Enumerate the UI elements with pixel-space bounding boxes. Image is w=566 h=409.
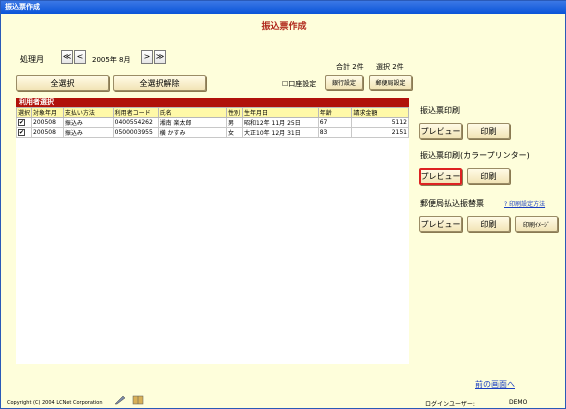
color-preview-button[interactable]: プレビュー <box>419 168 462 185</box>
app-window: 振込票作成 振込票作成 処理月 ≪ < 2005年 8月 > ≫ 合計 2件 選… <box>0 0 566 409</box>
table-row[interactable]: ✔ 200508 振込み 0500003955 横 かすみ 女 大正10年 12… <box>15 127 409 138</box>
account-setting-checkbox[interactable]: ☐口座設定 <box>282 79 316 89</box>
cell-name: 横 かすみ <box>157 127 228 138</box>
cell-age: 83 <box>317 127 353 138</box>
cell-user-code: 0400554262 <box>112 117 159 128</box>
login-user-value: DEMO <box>509 399 528 406</box>
col-sex: 性別 <box>226 107 243 118</box>
col-payment-method: 支払い方法 <box>62 107 114 118</box>
cell-age: 67 <box>317 117 353 128</box>
col-user-code: 利用者コード <box>112 107 159 118</box>
cell-user-code: 0500003955 <box>112 127 159 138</box>
transfer-print-title: 振込票印刷 <box>420 106 460 115</box>
col-select: 選択 <box>15 107 33 118</box>
prev-month-button[interactable]: < <box>74 50 86 64</box>
account-setting-label: 口座設定 <box>288 80 317 88</box>
col-target-month: 対象年月 <box>31 107 64 118</box>
window-titlebar: 振込票作成 <box>1 1 566 14</box>
total-count: 合計 2件 <box>336 63 364 71</box>
cell-name: 湘南 楽太郎 <box>157 117 228 128</box>
col-birthdate: 生年月日 <box>242 107 319 118</box>
selected-count: 選択 2件 <box>376 63 404 71</box>
login-user-label: ログインユーザー: <box>425 401 475 408</box>
col-amount: 請求金額 <box>351 107 409 118</box>
copyright-text: Copyright (C) 2004 LCNet Corporation <box>7 400 103 406</box>
prev-year-button[interactable]: ≪ <box>61 50 73 64</box>
period-value: 2005年 8月 <box>92 56 131 64</box>
table-header-row: 選択 対象年月 支払い方法 利用者コード 氏名 性別 生年月日 年齢 請求金額 <box>15 107 409 118</box>
postal-preview-button[interactable]: プレビュー <box>419 216 462 232</box>
user-selection-table: 利用者選択 選択 対象年月 支払い方法 利用者コード 氏名 性別 生年月日 年齢… <box>15 98 409 364</box>
color-print-title: 振込票印刷(カラープリンター) <box>420 151 530 160</box>
row-checkbox[interactable]: ✔ <box>18 119 25 126</box>
transfer-print-button[interactable]: 印刷 <box>467 123 510 139</box>
back-link[interactable]: 前の画面へ <box>475 379 515 390</box>
next-year-button[interactable]: ≫ <box>154 50 166 64</box>
cell-birthdate: 大正10年 12月 31日 <box>242 127 319 138</box>
row-checkbox[interactable]: ✔ <box>18 129 25 136</box>
cell-payment-method: 振込み <box>62 127 114 138</box>
cell-amount: 2151 <box>351 127 409 138</box>
postal-print-button[interactable]: 印刷 <box>467 216 510 232</box>
postal-transfer-title: 郵便局払込振替票 <box>420 199 484 208</box>
cell-sex: 男 <box>226 117 243 128</box>
table-row[interactable]: ✔ 200508 振込み 0400554262 湘南 楽太郎 男 昭和12年 1… <box>15 117 409 128</box>
post-office-setting-button[interactable]: 郵便局設定 <box>369 75 412 90</box>
page-title: 振込票作成 <box>261 22 307 32</box>
bank-setting-button[interactable]: 銀行設定 <box>325 75 363 90</box>
cell-birthdate: 昭和12年 11月 25日 <box>242 117 319 128</box>
cell-sex: 女 <box>226 127 243 138</box>
cell-payment-method: 振込み <box>62 117 114 128</box>
col-age: 年齢 <box>317 107 353 118</box>
col-name: 氏名 <box>157 107 228 118</box>
pen-icon <box>114 395 126 405</box>
color-print-button[interactable]: 印刷 <box>467 168 510 184</box>
select-all-button[interactable]: 全選択 <box>16 75 109 91</box>
table-title: 利用者選択 <box>16 98 409 107</box>
cell-target-month: 200508 <box>31 117 64 128</box>
cell-target-month: 200508 <box>31 127 64 138</box>
cell-amount: 5112 <box>351 117 409 128</box>
deselect-all-button[interactable]: 全選択解除 <box>113 75 206 91</box>
postal-print-image-button[interactable]: 印刷ｲﾒｰｼﾞ <box>515 216 558 232</box>
book-icon <box>132 395 144 405</box>
transfer-preview-button[interactable]: プレビュー <box>419 123 462 139</box>
period-label: 処理月 <box>20 55 44 64</box>
next-month-button[interactable]: > <box>141 50 153 64</box>
print-setting-help-link[interactable]: ? 印刷設定方法 <box>504 199 545 208</box>
